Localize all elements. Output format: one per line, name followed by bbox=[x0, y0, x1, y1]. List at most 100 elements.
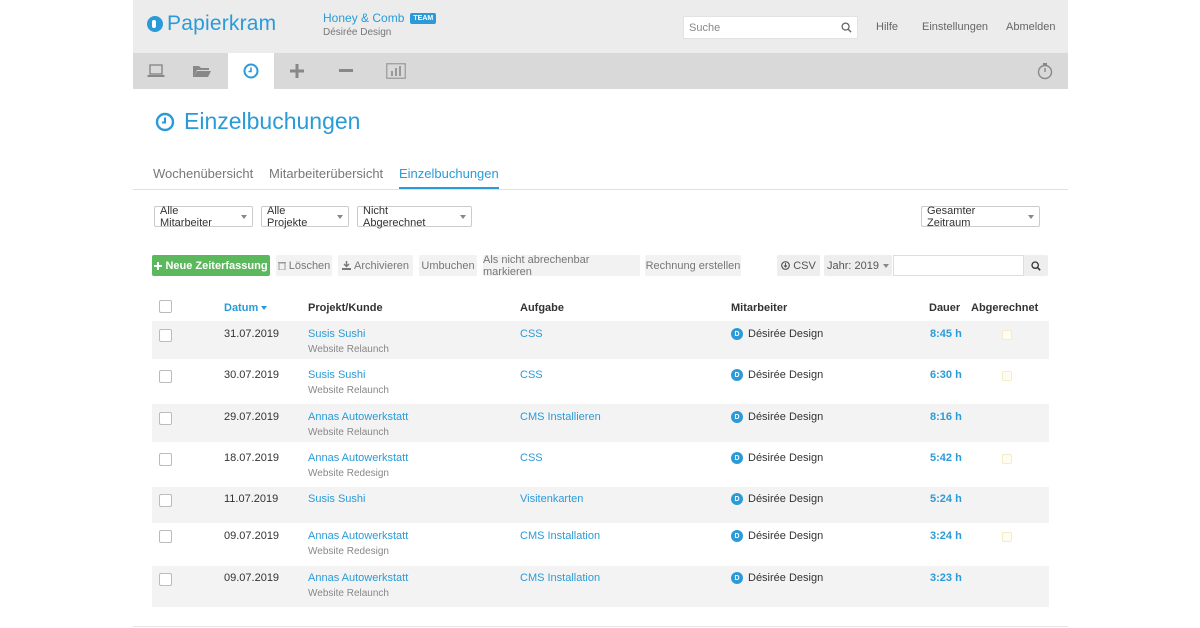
nav-expenses[interactable] bbox=[323, 53, 369, 89]
row-checkbox[interactable] bbox=[159, 573, 172, 586]
row-employee-name: Désirée Design bbox=[748, 572, 824, 584]
row-task-link[interactable]: CMS Installieren bbox=[520, 411, 601, 423]
sort-desc-icon bbox=[261, 306, 268, 310]
nav-income[interactable] bbox=[274, 53, 320, 89]
row-date: 11.07.2019 bbox=[224, 493, 279, 505]
csv-export-button[interactable]: CSV bbox=[777, 255, 820, 276]
new-time-entry-label: Neue Zeiterfassung bbox=[165, 259, 268, 272]
nav-reports[interactable] bbox=[373, 53, 419, 89]
project-filter-select[interactable]: Alle Projekte bbox=[261, 205, 349, 229]
new-time-entry-button[interactable]: Neue Zeiterfassung bbox=[152, 255, 270, 276]
column-header-employee[interactable]: Mitarbeiter bbox=[731, 302, 787, 314]
chevron-down-icon bbox=[241, 214, 247, 219]
tab-employee-overview[interactable]: Mitarbeiterübersicht bbox=[269, 166, 383, 187]
tab-single-bookings[interactable]: Einzelbuchungen bbox=[399, 166, 499, 189]
table-row[interactable]: 31.07.2019 Susis Sushi Website Relaunch … bbox=[152, 321, 1049, 359]
table-filter-field bbox=[893, 255, 1024, 276]
table-row[interactable]: 11.07.2019 Susis Sushi Visitenkarten D D… bbox=[152, 487, 1049, 523]
search-input[interactable] bbox=[684, 21, 835, 34]
help-link[interactable]: Hilfe bbox=[876, 21, 898, 33]
row-project-link[interactable]: Susis Sushi bbox=[308, 369, 365, 381]
row-checkbox[interactable] bbox=[159, 494, 172, 507]
row-task-link[interactable]: Visitenkarten bbox=[520, 493, 583, 505]
row-duration[interactable]: 5:42 h bbox=[930, 452, 962, 464]
account-switcher[interactable]: Honey & Comb TEAM Désirée Design bbox=[323, 11, 437, 38]
row-project-sub: Website Redesign bbox=[308, 468, 389, 479]
column-header-duration[interactable]: Dauer bbox=[929, 302, 960, 314]
billing-filter-value: Nicht Abgerechnet bbox=[363, 204, 426, 229]
employee-filter-select[interactable]: Alle Mitarbeiter bbox=[154, 205, 253, 229]
clock-icon bbox=[243, 63, 259, 79]
row-project-link[interactable]: Susis Sushi bbox=[308, 328, 365, 340]
plus-icon bbox=[290, 64, 304, 78]
global-search bbox=[683, 16, 858, 39]
billing-filter-select[interactable]: Nicht Abgerechnet bbox=[357, 204, 472, 229]
row-duration[interactable]: 3:23 h bbox=[930, 572, 962, 584]
logout-link[interactable]: Abmelden bbox=[1006, 21, 1056, 33]
row-project-sub: Website Relaunch bbox=[308, 427, 389, 438]
avatar: D bbox=[731, 530, 743, 542]
row-project-link[interactable]: Susis Sushi bbox=[308, 493, 365, 505]
row-checkbox[interactable] bbox=[159, 370, 172, 383]
rebook-button[interactable]: Umbuchen bbox=[419, 255, 477, 276]
settings-link[interactable]: Einstellungen bbox=[922, 21, 988, 33]
main-nav bbox=[133, 53, 1068, 89]
stopwatch-icon[interactable] bbox=[1036, 62, 1054, 80]
row-checkbox[interactable] bbox=[159, 453, 172, 466]
nav-projects[interactable] bbox=[179, 53, 225, 89]
table-row[interactable]: 30.07.2019 Susis Sushi Website Relaunch … bbox=[152, 362, 1049, 400]
chevron-down-icon bbox=[882, 263, 889, 268]
column-header-task[interactable]: Aufgabe bbox=[520, 302, 564, 314]
row-task-link[interactable]: CSS bbox=[520, 452, 543, 464]
table-row[interactable]: 18.07.2019 Annas Autowerkstatt Website R… bbox=[152, 445, 1049, 483]
search-icon[interactable] bbox=[835, 17, 857, 38]
row-task-link[interactable]: CSS bbox=[520, 328, 543, 340]
row-project-link[interactable]: Annas Autowerkstatt bbox=[308, 530, 408, 542]
archive-button[interactable]: Archivieren bbox=[338, 255, 413, 276]
tab-weekly-overview[interactable]: Wochenübersicht bbox=[153, 166, 253, 187]
laptop-icon bbox=[147, 64, 165, 77]
account-name[interactable]: Honey & Comb bbox=[323, 11, 404, 25]
row-employee-name: Désirée Design bbox=[748, 493, 824, 505]
delete-button[interactable]: Löschen bbox=[276, 255, 332, 276]
nav-time-tracking[interactable] bbox=[228, 53, 274, 89]
table-search-button[interactable] bbox=[1024, 255, 1048, 276]
row-task-link[interactable]: CMS Installation bbox=[520, 530, 600, 542]
row-project-link[interactable]: Annas Autowerkstatt bbox=[308, 452, 408, 464]
avatar: D bbox=[731, 369, 743, 381]
row-task-link[interactable]: CMS Installation bbox=[520, 572, 600, 584]
select-all-checkbox[interactable] bbox=[159, 300, 172, 313]
row-project-link[interactable]: Annas Autowerkstatt bbox=[308, 411, 408, 423]
column-date-label: Datum bbox=[224, 302, 259, 314]
column-header-billed[interactable]: Abgerechnet bbox=[971, 302, 1038, 314]
row-checkbox[interactable] bbox=[159, 530, 172, 543]
row-duration[interactable]: 8:16 h bbox=[930, 411, 962, 423]
row-checkbox[interactable] bbox=[159, 412, 172, 425]
table-row[interactable]: 09.07.2019 Annas Autowerkstatt Website R… bbox=[152, 524, 1049, 562]
row-project-link[interactable]: Annas Autowerkstatt bbox=[308, 572, 408, 584]
logo[interactable]: Papierkram bbox=[147, 12, 276, 36]
column-header-date[interactable]: Datum bbox=[224, 302, 268, 314]
row-duration[interactable]: 5:24 h bbox=[930, 493, 962, 505]
csv-label: CSV bbox=[793, 259, 816, 272]
nav-dashboard[interactable] bbox=[133, 53, 179, 89]
row-employee: D Désirée Design bbox=[731, 452, 823, 464]
billed-status-icon bbox=[1002, 532, 1012, 542]
row-checkbox[interactable] bbox=[159, 329, 172, 342]
period-filter-select[interactable]: Gesamter Zeitraum bbox=[921, 205, 1040, 229]
row-task-link[interactable]: CSS bbox=[520, 369, 543, 381]
billed-status-icon bbox=[1002, 371, 1012, 381]
column-header-project[interactable]: Projekt/Kunde bbox=[308, 302, 383, 314]
table-filter-input[interactable] bbox=[894, 256, 1023, 275]
row-duration[interactable]: 8:45 h bbox=[930, 328, 962, 340]
year-value: Jahr: 2019 bbox=[827, 259, 879, 272]
row-duration[interactable]: 6:30 h bbox=[930, 369, 962, 381]
row-project-sub: Website Relaunch bbox=[308, 588, 389, 599]
table-row[interactable]: 29.07.2019 Annas Autowerkstatt Website R… bbox=[152, 404, 1049, 442]
mark-unbillable-button[interactable]: Als nicht abrechenbar markieren bbox=[483, 254, 640, 278]
row-duration[interactable]: 3:24 h bbox=[930, 530, 962, 542]
table-row[interactable]: 09.07.2019 Annas Autowerkstatt Website R… bbox=[152, 566, 1049, 607]
year-select[interactable]: Jahr: 2019 bbox=[824, 255, 892, 276]
archive-label: Archivieren bbox=[353, 259, 410, 272]
create-invoice-button[interactable]: Rechnung erstellen bbox=[645, 255, 741, 276]
